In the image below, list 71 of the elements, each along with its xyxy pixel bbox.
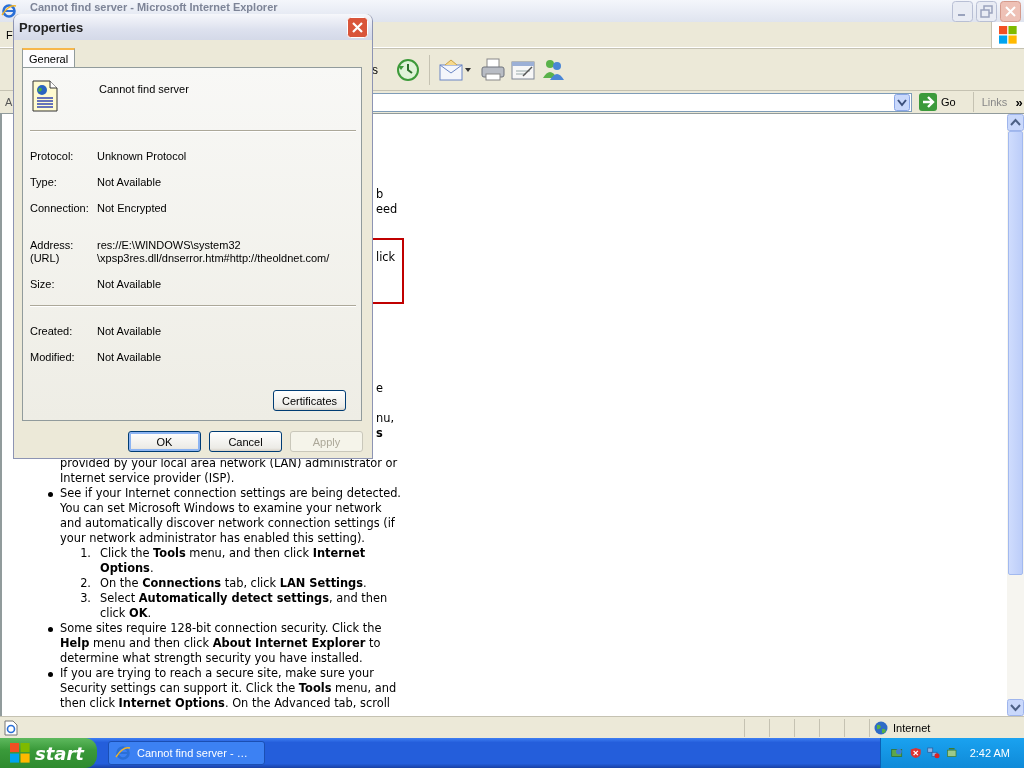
notepad-icon[interactable] (511, 58, 535, 81)
start-button[interactable]: start (0, 738, 97, 768)
document-globe-icon (32, 80, 58, 112)
file-name: Cannot find server (99, 83, 189, 95)
restore-button[interactable] (976, 0, 997, 22)
globe-icon (874, 720, 888, 735)
people-icon[interactable] (541, 57, 565, 82)
property-label: Modified: (30, 351, 76, 364)
property-value: Not Encrypted (97, 202, 167, 215)
network-warning-icon[interactable] (927, 745, 941, 761)
address-label: A (5, 96, 14, 108)
scroll-thumb[interactable] (1008, 131, 1023, 575)
browser-e-icon (115, 745, 131, 761)
property-value: Not Available (97, 176, 161, 189)
arrow-icon (919, 93, 937, 111)
property-label: Type: (30, 176, 58, 189)
bullet-icon (48, 672, 53, 677)
list-item-text: See if your Internet connection settings are being detected. You can set Microsoft Windows to examine your network and automatically discover network connection settings (if your network administrator has enabled this setting). (60, 486, 402, 546)
certificates-button[interactable]: Certificates (273, 390, 346, 411)
property-label: Size: (30, 278, 56, 291)
dropdown-button[interactable] (894, 93, 910, 111)
caret-icon[interactable] (465, 67, 471, 72)
property-label: Protocol: (30, 150, 75, 163)
list-item-text: Select Automatically detect settings, and then click OK. (100, 591, 389, 621)
list-item-text: If you are trying to reach a secure site, make sure your Security settings can support it. Click the Tools menu, and then click Internet Options. On the Advanced tab, scroll (60, 666, 398, 711)
toolbar-label[interactable]: s (372, 62, 378, 77)
browser-e-icon[interactable] (1, 3, 17, 19)
dialog-title: Properties (19, 19, 84, 35)
dialog-button[interactable]: Cancel (209, 431, 282, 452)
list-number: 1. (79, 546, 92, 562)
list-item-text: Click the Tools menu, and then click Internet Options. (100, 546, 367, 576)
page-text-fragment: s (376, 426, 383, 441)
shield-icon[interactable] (909, 745, 922, 761)
page-icon (4, 719, 18, 736)
close-button[interactable] (1000, 0, 1021, 22)
clock-icon[interactable] (396, 57, 420, 82)
flag-logo-icon (999, 25, 1017, 44)
page-text-fragment: nu, (376, 411, 395, 426)
page-text-fragment: b (376, 187, 384, 202)
dialog-button[interactable]: OK (128, 431, 201, 452)
printer-icon[interactable] (481, 57, 505, 82)
property-label: Connection: (30, 202, 90, 215)
taskbar-button[interactable]: Cannot find server - … (108, 741, 265, 765)
zone-label: Internet (893, 721, 931, 734)
window-title: Cannot find server - Microsoft Internet Explorer (30, 1, 278, 13)
chevron-button[interactable]: » (1015, 94, 1023, 110)
scroll-up-button[interactable] (1007, 114, 1024, 131)
scroll-down-button[interactable] (1007, 699, 1024, 716)
property-value: Unknown Protocol (97, 150, 187, 163)
property-value: res://E:\WINDOWS\system32 \xpsp3res.dll/dnserror.htm#http://theoldnet.com/ (97, 239, 330, 265)
clock-text: 2:42 AM (969, 747, 1010, 759)
property-value: Not Available (97, 325, 161, 338)
flag-logo-icon (10, 743, 30, 763)
property-value: Not Available (97, 351, 161, 364)
list-number: 2. (79, 576, 92, 591)
page-text-fragment: e (376, 381, 383, 396)
page-text-fragment: lick (376, 250, 396, 265)
list-item-text: Some sites require 128-bit connection security. Click the Help menu and then click About Internet Explorer to determine what strength security you have installed. (60, 621, 383, 666)
list-number: 3. (79, 591, 92, 607)
tab[interactable]: General (22, 48, 76, 67)
page-text-fragment: eed (376, 202, 398, 217)
go-button[interactable]: Go (916, 92, 959, 112)
bullet-icon (48, 627, 53, 632)
address-field[interactable] (370, 92, 912, 112)
menu-item[interactable]: F (6, 28, 13, 41)
minimize-button[interactable] (952, 0, 973, 22)
list-item-text: On the Connections tab, click LAN Settings. (100, 576, 368, 591)
bullet-icon (48, 492, 53, 497)
property-value: Not Available (97, 278, 161, 291)
property-label: Address: (URL) (30, 239, 75, 265)
property-label: Created: (30, 325, 74, 338)
